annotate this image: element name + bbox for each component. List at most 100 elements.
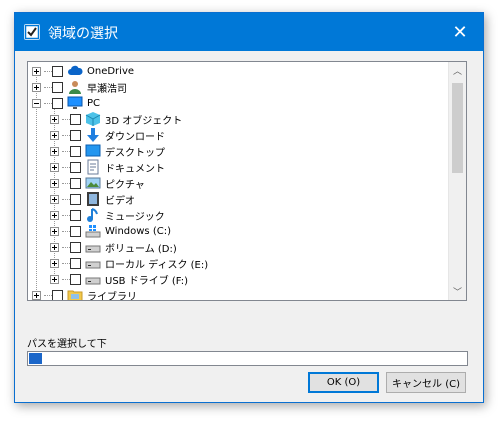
tree-item-label: ライブラリ xyxy=(87,291,137,301)
expand-plus-icon[interactable] xyxy=(50,226,59,236)
drive-icon xyxy=(85,239,101,255)
tree-connector xyxy=(44,86,52,88)
scroll-up-arrow-icon[interactable]: ︿ xyxy=(449,62,466,79)
tree-item-checkbox[interactable] xyxy=(52,81,63,93)
tree-item-label: ボリューム (D:) xyxy=(105,243,177,255)
checkbox-app-icon xyxy=(24,24,40,40)
tree-item-checkbox[interactable] xyxy=(52,97,63,109)
tree-item-label: ローカル ディスク (E:) xyxy=(105,259,209,271)
expand-plus-icon[interactable] xyxy=(50,194,59,204)
select-area-dialog: 領域の選択 ✕ OneDrive 早瀬浩司 PC 3D オブジェクトダウンロード デスク… xyxy=(14,12,484,403)
tree-item-label: USB ドライブ (F:) xyxy=(105,275,189,287)
tree-item-label: OneDrive xyxy=(87,65,135,77)
expand-plus-icon[interactable] xyxy=(32,290,41,300)
scroll-down-arrow-icon[interactable]: ﹀ xyxy=(449,283,466,300)
folder-tree[interactable]: OneDrive 早瀬浩司 PC 3D オブジェクトダウンロード デスクトップ ドキュメン… xyxy=(27,61,467,301)
tree-item[interactable]: ミュージック xyxy=(50,207,165,223)
tree-item[interactable]: ピクチャ xyxy=(50,175,145,191)
tree-connector xyxy=(62,134,70,136)
user-icon xyxy=(67,79,83,95)
library-icon xyxy=(67,287,83,300)
tree-item[interactable]: 3D オブジェクト xyxy=(50,111,182,127)
window-title: 領域の選択 xyxy=(48,26,118,42)
download-icon xyxy=(85,127,101,143)
tree-connector xyxy=(44,294,52,296)
progress-fill xyxy=(29,353,42,364)
tree-item-checkbox[interactable] xyxy=(70,273,81,285)
tree-item[interactable]: ライブラリ xyxy=(32,287,137,301)
tree-connector xyxy=(44,102,52,104)
drive-icon xyxy=(85,255,101,271)
tree-item-checkbox[interactable] xyxy=(52,65,63,77)
tree-item[interactable]: ビデオ xyxy=(50,191,135,207)
collapse-minus-icon[interactable] xyxy=(32,98,41,108)
expand-plus-icon[interactable] xyxy=(50,274,59,284)
tree-item[interactable]: PC xyxy=(32,95,100,111)
tree-connector xyxy=(62,118,70,120)
tree-item-label: 早瀬浩司 xyxy=(87,83,127,95)
tree-item-checkbox[interactable] xyxy=(70,225,81,237)
tree-connector xyxy=(62,150,70,152)
tree-item-label: ビデオ xyxy=(105,195,135,207)
tree-item[interactable]: Windows (C:) xyxy=(50,223,171,239)
tree-item[interactable]: ローカル ディスク (E:) xyxy=(50,255,208,271)
vertical-scrollbar[interactable]: ︿ ﹀ xyxy=(448,62,466,300)
tree-item-checkbox[interactable] xyxy=(70,129,81,141)
tree-connector xyxy=(62,166,70,168)
tree-item[interactable]: OneDrive xyxy=(32,63,134,79)
tree-item-label: PC xyxy=(87,97,101,109)
tree-item[interactable]: USB ドライブ (F:) xyxy=(50,271,188,287)
tree-item[interactable]: ダウンロード xyxy=(50,127,165,143)
cloud-icon xyxy=(67,63,83,79)
expand-plus-icon[interactable] xyxy=(50,178,59,188)
tree-item-checkbox[interactable] xyxy=(70,209,81,221)
path-label: パスを選択して下 xyxy=(27,339,107,350)
expand-plus-icon[interactable] xyxy=(32,66,41,76)
tree-item[interactable]: デスクトップ xyxy=(50,143,165,159)
pictures-icon xyxy=(85,175,101,191)
tree-item-checkbox[interactable] xyxy=(52,289,63,300)
tree-item-label: ミュージック xyxy=(105,211,165,223)
drive-icon xyxy=(85,271,101,287)
expand-plus-icon[interactable] xyxy=(50,210,59,220)
expand-plus-icon[interactable] xyxy=(32,82,41,92)
tree-item-label: Windows (C:) xyxy=(105,225,171,237)
close-button[interactable]: ✕ xyxy=(437,13,483,51)
tree-connector xyxy=(62,278,70,280)
tree-item-checkbox[interactable] xyxy=(70,145,81,157)
expand-plus-icon[interactable] xyxy=(50,146,59,156)
tree-item-checkbox[interactable] xyxy=(70,113,81,125)
tree-connector xyxy=(62,246,70,248)
tree-connector xyxy=(62,214,70,216)
computer-icon xyxy=(67,95,83,111)
tree-item[interactable]: 早瀬浩司 xyxy=(32,79,127,95)
title-bar[interactable]: 領域の選択 ✕ xyxy=(15,13,483,51)
tree-item-checkbox[interactable] xyxy=(70,241,81,253)
windows-drive-icon xyxy=(85,223,101,239)
tree-item-label: デスクトップ xyxy=(105,147,165,159)
tree-item-label: ダウンロード xyxy=(105,131,165,143)
tree-connector xyxy=(62,230,70,232)
expand-plus-icon[interactable] xyxy=(50,162,59,172)
tree-item-checkbox[interactable] xyxy=(70,193,81,205)
tree-item-checkbox[interactable] xyxy=(70,257,81,269)
expand-plus-icon[interactable] xyxy=(50,242,59,252)
tree-connector xyxy=(62,182,70,184)
close-icon: ✕ xyxy=(452,21,468,43)
video-icon xyxy=(85,191,101,207)
tree-item[interactable]: ドキュメント xyxy=(50,159,165,175)
tree-item-checkbox[interactable] xyxy=(70,161,81,173)
tree-connector xyxy=(62,262,70,264)
document-icon xyxy=(85,159,101,175)
ok-button[interactable]: OK (O) xyxy=(308,372,379,393)
desktop-icon xyxy=(85,143,101,159)
tree-item[interactable]: ボリューム (D:) xyxy=(50,239,177,255)
expand-plus-icon[interactable] xyxy=(50,130,59,140)
expand-plus-icon[interactable] xyxy=(50,258,59,268)
progress-bar xyxy=(27,351,468,366)
tree-item-checkbox[interactable] xyxy=(70,177,81,189)
expand-plus-icon[interactable] xyxy=(50,114,59,124)
cancel-button[interactable]: キャンセル (C) xyxy=(386,372,466,393)
scrollbar-thumb[interactable] xyxy=(452,83,463,173)
tree-connector xyxy=(44,70,52,72)
